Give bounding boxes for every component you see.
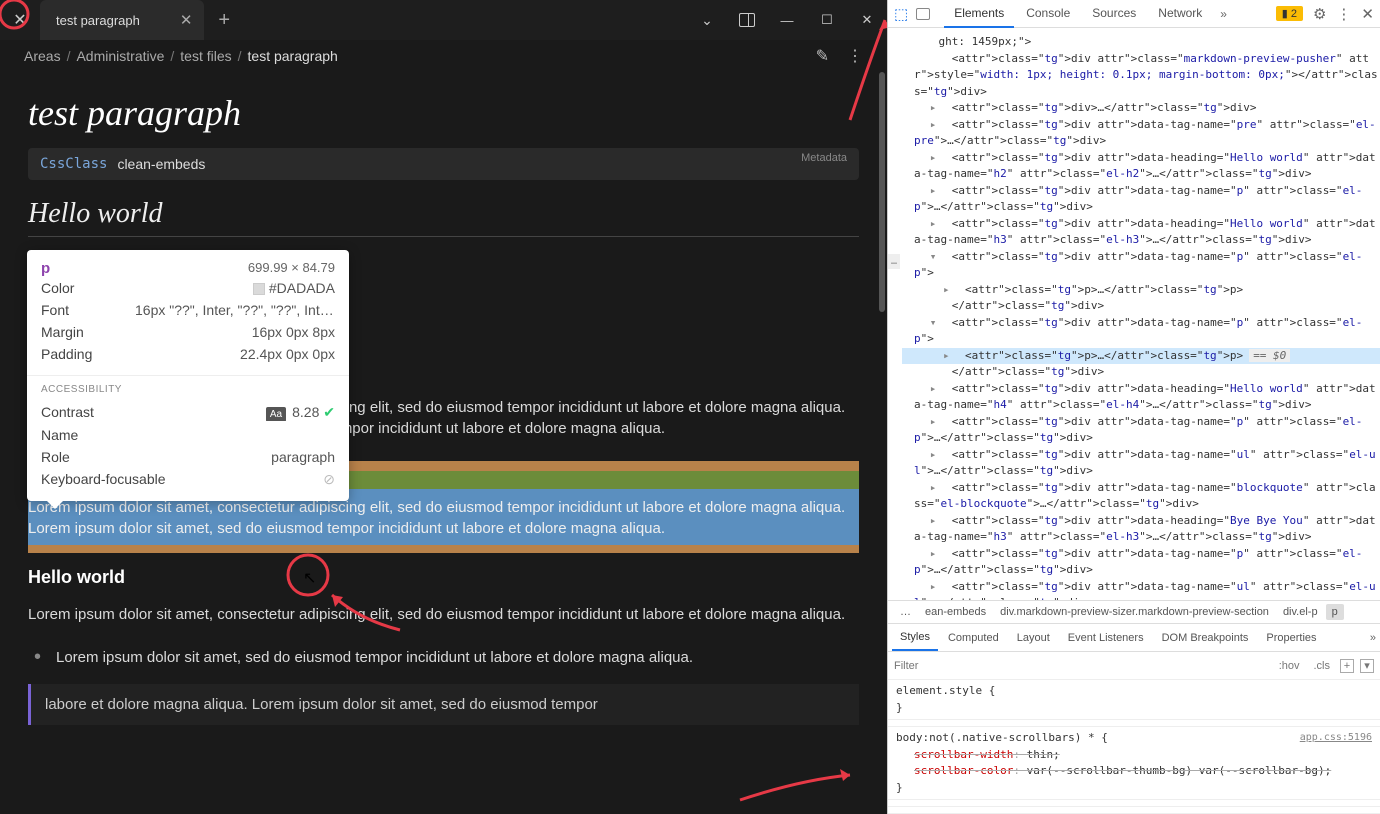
dom-node[interactable]: ▸<attr">class="tg">div attr">data-headin… bbox=[902, 150, 1380, 183]
dom-node[interactable]: ▾<attr">class="tg">div attr">data-tag-na… bbox=[902, 249, 1380, 282]
styles-tab[interactable]: Properties bbox=[1258, 626, 1324, 650]
styles-filter-row: :hov .cls + ▾ bbox=[888, 652, 1380, 680]
styles-pane-menu[interactable]: ▾ bbox=[1360, 659, 1374, 673]
styles-tab[interactable]: DOM Breakpoints bbox=[1154, 626, 1257, 650]
maximize-button[interactable]: ☐ bbox=[807, 0, 847, 40]
new-tab-button[interactable]: + bbox=[204, 9, 244, 32]
dom-crumb[interactable]: div.el-p bbox=[1277, 604, 1324, 620]
dom-node[interactable]: ght: 1459px;"> bbox=[902, 34, 1380, 51]
dom-node[interactable]: ▸<attr">class="tg">p>…</attr">class="tg"… bbox=[902, 348, 1380, 365]
devtools-tab[interactable]: Elements bbox=[944, 0, 1014, 28]
issues-badge[interactable]: ▮ 2 bbox=[1276, 6, 1303, 21]
heading-h3: Hello world bbox=[28, 567, 859, 588]
css-rule[interactable]: element.style {} bbox=[888, 680, 1380, 720]
styles-panel[interactable]: element.style {}</span><div class="sel-t… bbox=[888, 680, 1380, 814]
dom-tree[interactable]: … ght: 1459px;"> <attr">class="tg">div a… bbox=[888, 28, 1380, 600]
styles-tab[interactable]: Event Listeners bbox=[1060, 626, 1152, 650]
dom-node[interactable]: </attr">class="tg">div> bbox=[902, 364, 1380, 381]
a11y-heading: ACCESSIBILITY bbox=[41, 384, 335, 395]
dom-node[interactable]: ▸<attr">class="tg">div attr">data-tag-na… bbox=[902, 117, 1380, 150]
meta-label: Metadata bbox=[801, 152, 847, 164]
dom-node[interactable]: ▸<attr">class="tg">div attr">data-tag-na… bbox=[902, 546, 1380, 579]
chevron-down-icon[interactable]: ⌄ bbox=[687, 0, 727, 40]
tab-active[interactable]: test paragraph ✕ bbox=[40, 0, 204, 40]
dom-node[interactable]: ▸<attr">class="tg">div>…</attr">class="t… bbox=[902, 100, 1380, 117]
close-devtools-icon[interactable]: ✕ bbox=[1361, 5, 1374, 23]
list-item: Lorem ipsum dolor sit amet, sed do eiusm… bbox=[48, 647, 859, 668]
mouse-cursor: ↖ bbox=[303, 568, 316, 588]
dom-node[interactable]: ▸<attr">class="tg">div attr">data-tag-na… bbox=[902, 579, 1380, 601]
styles-filter-input[interactable] bbox=[894, 660, 1269, 672]
dom-crumbs[interactable]: …ean-embedsdiv.markdown-preview-sizer.ma… bbox=[888, 600, 1380, 624]
dom-node[interactable]: </attr">class="tg">div> bbox=[902, 298, 1380, 315]
css-rule[interactable]: </span><div class="sel-txt">.markdown-pr… bbox=[888, 720, 1380, 727]
paragraph-selected: Lorem ipsum dolor sit amet, consectetur … bbox=[28, 497, 859, 539]
devtools-toolbar: ⬚ ElementsConsoleSourcesNetwork » ▮ 2 ⚙ … bbox=[888, 0, 1380, 28]
devtools-pane: ⬚ ElementsConsoleSourcesNetwork » ▮ 2 ⚙ … bbox=[887, 0, 1380, 814]
tooltip-dim: 699.99 × 84.79 bbox=[248, 260, 335, 275]
dom-node[interactable]: ▸<attr">class="tg">p>…</attr">class="tg"… bbox=[902, 282, 1380, 299]
meta-key: CssClass bbox=[40, 156, 107, 172]
styles-tab[interactable]: Computed bbox=[940, 626, 1007, 650]
crumb[interactable]: test files bbox=[180, 48, 231, 64]
blockquote: labore et dolore magna aliqua. Lorem ips… bbox=[28, 684, 859, 725]
dom-node[interactable]: ▾<attr">class="tg">div attr">data-tag-na… bbox=[902, 315, 1380, 348]
styles-tab[interactable]: Styles bbox=[892, 625, 938, 651]
styles-tabs: StylesComputedLayoutEvent ListenersDOM B… bbox=[888, 624, 1380, 652]
styles-tab[interactable]: Layout bbox=[1009, 626, 1058, 650]
tab-title: test paragraph bbox=[56, 13, 140, 28]
inspector-tooltip: p699.99 × 84.79 Color#DADADAFont16px "??… bbox=[27, 250, 349, 501]
dom-node[interactable]: ▸<attr">class="tg">div attr">data-headin… bbox=[902, 513, 1380, 546]
devtools-tab[interactable]: Console bbox=[1016, 0, 1080, 28]
dom-node[interactable]: ▸<attr">class="tg">div attr">data-tag-na… bbox=[902, 480, 1380, 513]
css-rule[interactable]: </span><div class="sel-txt">p {</div><di… bbox=[888, 800, 1380, 807]
kebab-icon[interactable]: ⋮ bbox=[1336, 5, 1351, 23]
edit-icon[interactable]: ✎ bbox=[816, 46, 829, 66]
new-style-rule[interactable]: + bbox=[1340, 659, 1354, 673]
meta-value: clean-embeds bbox=[117, 156, 205, 172]
dom-node[interactable]: ▸<attr">class="tg">div attr">data-headin… bbox=[902, 381, 1380, 414]
close-icon[interactable]: ✕ bbox=[180, 11, 193, 29]
dom-node[interactable]: ▸<attr">class="tg">div attr">data-tag-na… bbox=[902, 414, 1380, 447]
tooltip-tag: p bbox=[41, 260, 50, 277]
breadcrumb: Areas/ Administrative/ test files/ test … bbox=[0, 40, 887, 72]
more-icon[interactable]: ⋮ bbox=[847, 46, 863, 66]
crumb-current: test paragraph bbox=[248, 48, 338, 64]
cls-toggle[interactable]: .cls bbox=[1310, 658, 1335, 674]
devtools-tab[interactable]: Network bbox=[1148, 0, 1212, 28]
dom-crumb[interactable]: ean-embeds bbox=[919, 604, 992, 620]
more-tabs-icon[interactable]: » bbox=[1220, 7, 1227, 21]
minimize-button[interactable]: — bbox=[767, 0, 807, 40]
split-pane-icon[interactable] bbox=[727, 0, 767, 40]
crumb[interactable]: Administrative bbox=[76, 48, 164, 64]
dom-crumb[interactable]: p bbox=[1326, 604, 1344, 620]
crumb[interactable]: Areas bbox=[24, 48, 61, 64]
titlebar: ✕ test paragraph ✕ + ⌄ — ☐ ✕ bbox=[0, 0, 887, 40]
list: Lorem ipsum dolor sit amet, sed do eiusm… bbox=[28, 647, 859, 668]
css-rule[interactable]: </span><div class="sel-txt">p {</div><di… bbox=[888, 807, 1380, 814]
paragraph: Lorem ipsum dolor sit amet, consectetur … bbox=[28, 604, 859, 625]
dom-crumb[interactable]: … bbox=[894, 604, 917, 620]
more-styles-tabs[interactable]: » bbox=[1370, 632, 1376, 644]
device-toggle-icon[interactable] bbox=[916, 8, 930, 20]
scrollbar[interactable] bbox=[877, 72, 887, 814]
metadata-box: CssClass clean-embeds Metadata bbox=[28, 148, 859, 180]
close-window-button[interactable]: ✕ bbox=[847, 0, 887, 40]
dom-node[interactable]: ▸<attr">class="tg">div attr">data-tag-na… bbox=[902, 447, 1380, 480]
page-title: test paragraph bbox=[28, 92, 859, 134]
dom-node[interactable]: ▸<attr">class="tg">div attr">data-headin… bbox=[902, 216, 1380, 249]
gear-icon[interactable]: ⚙ bbox=[1313, 5, 1326, 23]
heading-h2: Hello world bbox=[28, 198, 859, 237]
hov-toggle[interactable]: :hov bbox=[1275, 658, 1304, 674]
dom-node[interactable]: <attr">class="tg">div attr">class="markd… bbox=[902, 51, 1380, 101]
dom-node[interactable]: ▸<attr">class="tg">div attr">data-tag-na… bbox=[902, 183, 1380, 216]
css-rule[interactable]: app.css:5196body:not(.native-scrollbars)… bbox=[888, 727, 1380, 800]
dom-crumb[interactable]: div.markdown-preview-sizer.markdown-prev… bbox=[994, 604, 1275, 620]
devtools-tab[interactable]: Sources bbox=[1082, 0, 1146, 28]
close-prev-tab[interactable]: ✕ bbox=[0, 10, 40, 30]
element-picker-icon[interactable]: ⬚ bbox=[894, 5, 908, 23]
